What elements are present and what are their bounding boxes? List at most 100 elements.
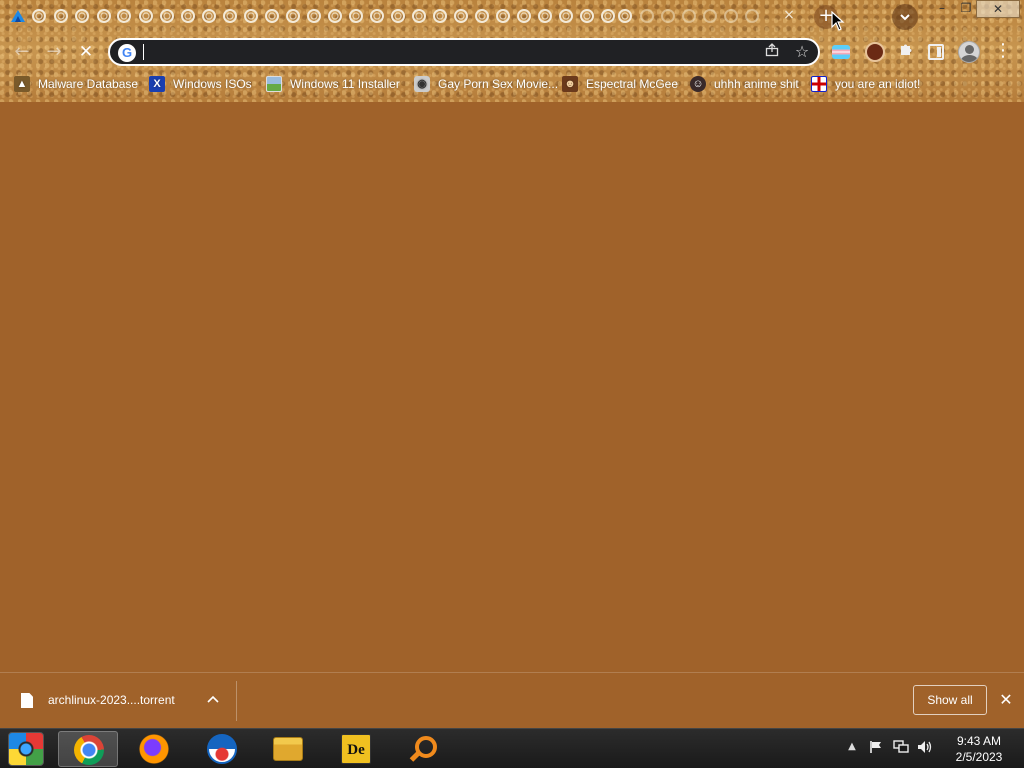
tab-favicon-spiral-icon[interactable]: [223, 9, 237, 23]
bookmark-gay-porn-sex-movie[interactable]: ◉ Gay Porn Sex Movie...: [414, 74, 558, 94]
side-panel-icon[interactable]: [928, 44, 944, 60]
file-icon: [21, 693, 33, 708]
extensions-puzzle-icon[interactable]: [896, 42, 916, 62]
forward-button[interactable]: →: [42, 40, 66, 64]
disc-icon: ◉: [414, 76, 430, 92]
mountain-icon: ▲: [14, 76, 30, 92]
chrome-icon: [74, 735, 104, 765]
tab-favicon-spiral-icon[interactable]: [244, 9, 258, 23]
bookmark-star-icon[interactable]: ☆: [792, 42, 812, 61]
volume-icon[interactable]: [917, 740, 933, 756]
bookmark-label: uhhh anime shit: [714, 77, 799, 91]
bookmarks-bar: ▲ Malware Database X Windows ISOs Window…: [0, 72, 1024, 96]
tab-favicon-loading-icon[interactable]: [640, 9, 654, 23]
bookmark-label: Windows ISOs: [173, 77, 252, 91]
tab-favicon-loading-icon[interactable]: [724, 9, 738, 23]
tab-favicon-spiral-icon[interactable]: [433, 9, 447, 23]
tab-favicon-google-icon[interactable]: [32, 9, 46, 23]
tab-favicon-spiral-icon[interactable]: [54, 9, 68, 23]
tab-favicon-loading-icon[interactable]: [682, 9, 696, 23]
tab-favicon-spiral-icon[interactable]: [601, 9, 615, 23]
tab-favicon-loading-icon[interactable]: [703, 9, 717, 23]
tab-favicon-spiral-icon[interactable]: [307, 9, 321, 23]
bookmark-uhhh-anime-shit[interactable]: ☺ uhhh anime shit: [690, 74, 799, 94]
bookmark-you-are-an-idiot[interactable]: you are an idiot!: [811, 74, 920, 94]
taskbar-file-explorer-button[interactable]: [258, 731, 318, 767]
share-icon[interactable]: [762, 43, 782, 61]
de-app-icon: De: [341, 734, 371, 764]
chrome-menu-button[interactable]: ⋮: [994, 40, 1012, 62]
close-download-shelf-button[interactable]: ✕: [998, 690, 1014, 710]
system-clock[interactable]: 9:43 AM 2/5/2023: [944, 733, 1014, 765]
tab-favicon-spiral-icon[interactable]: [97, 9, 111, 23]
bookmark-windows-11-installer[interactable]: Windows 11 Installer: [266, 74, 400, 94]
tab-favicon-spiral-icon[interactable]: [286, 9, 300, 23]
browser-chrome: × + – ❐ ✕ ← → ✕ G ☆ ⋮ ▲ Malware Database…: [0, 0, 1024, 102]
anime-icon: ☺: [690, 76, 706, 92]
tab-favicon-spiral-icon[interactable]: [202, 9, 216, 23]
tab-favicon-spiral-icon[interactable]: [618, 9, 632, 23]
taskbar: De ▲ 9:43 AM 2/5/2023: [0, 728, 1024, 768]
tab-search-button[interactable]: [892, 4, 918, 30]
clock-time: 9:43 AM: [956, 734, 1002, 748]
download-item-name[interactable]: archlinux-2023....torrent: [48, 693, 175, 707]
firefox-icon: [139, 734, 169, 764]
tab-favicon-spiral-icon[interactable]: [265, 9, 279, 23]
show-all-downloads-button[interactable]: Show all: [913, 685, 987, 715]
tab-favicon-spiral-icon[interactable]: [349, 9, 363, 23]
tab-favicon-spiral-icon[interactable]: [538, 9, 552, 23]
stop-loading-button[interactable]: ✕: [74, 40, 98, 64]
tab-favicon-spiral-icon[interactable]: [181, 9, 195, 23]
divider: [236, 681, 237, 721]
tab-favicon-mountain-icon[interactable]: [10, 8, 26, 24]
page-content[interactable]: [0, 102, 1024, 672]
bookmark-label: Windows 11 Installer: [290, 77, 400, 91]
download-options-chevron-icon[interactable]: [204, 689, 222, 706]
magnifier-icon: [407, 734, 437, 764]
x-icon: X: [149, 76, 165, 92]
tab-favicon-loading-icon[interactable]: [745, 9, 759, 23]
tab-favicon-spiral-icon[interactable]: [370, 9, 384, 23]
tab-favicon-spiral-icon[interactable]: [454, 9, 468, 23]
bookmark-label: you are an idiot!: [835, 77, 921, 91]
tab-favicon-spiral-icon[interactable]: [117, 9, 131, 23]
network-icon[interactable]: [893, 740, 909, 756]
tab-favicon-spiral-icon[interactable]: [391, 9, 405, 23]
taskbar-search-app-button[interactable]: [392, 731, 452, 767]
taskbar-chrome-button[interactable]: [58, 731, 118, 767]
tab-favicon-spiral-icon[interactable]: [328, 9, 342, 23]
tab-favicon-spiral-icon[interactable]: [160, 9, 174, 23]
tab-close-icon[interactable]: ×: [781, 7, 797, 23]
extension-avatar-icon[interactable]: [865, 42, 885, 62]
address-bar[interactable]: G ☆: [108, 38, 820, 66]
window-close-button[interactable]: ✕: [976, 0, 1020, 18]
tab-favicon-spiral-icon[interactable]: [75, 9, 89, 23]
start-button[interactable]: [8, 732, 44, 766]
tab-favicon-spiral-icon[interactable]: [139, 9, 153, 23]
show-hidden-icons-chevron-icon[interactable]: ▲: [846, 741, 858, 752]
tab-favicon-spiral-icon[interactable]: [559, 9, 573, 23]
bookmark-malware-database[interactable]: ▲ Malware Database: [14, 74, 138, 94]
tab-favicon-spiral-icon[interactable]: [496, 9, 510, 23]
back-button[interactable]: ←: [10, 40, 34, 64]
tab-favicon-spiral-icon[interactable]: [475, 9, 489, 23]
action-center-flag-icon[interactable]: [868, 740, 884, 756]
bookmark-windows-isos[interactable]: X Windows ISOs: [149, 74, 252, 94]
tab-favicon-loading-icon[interactable]: [661, 9, 675, 23]
address-input[interactable]: [142, 42, 742, 62]
taskbar-obama-logo-button[interactable]: [192, 731, 252, 767]
bookmark-label: Malware Database: [38, 77, 139, 91]
taskbar-de-app-button[interactable]: De: [326, 731, 386, 767]
taskbar-firefox-button[interactable]: [124, 731, 184, 767]
tab-favicon-spiral-icon[interactable]: [412, 9, 426, 23]
tab-favicon-spiral-icon[interactable]: [580, 9, 594, 23]
flag-icon: [811, 76, 827, 92]
tab-favicon-spiral-icon[interactable]: [517, 9, 531, 23]
browser-toolbar: ← → ✕ G ☆ ⋮: [0, 36, 1024, 68]
download-shelf: archlinux-2023....torrent Show all ✕: [0, 672, 1024, 728]
character-icon: ☻: [562, 76, 578, 92]
image-icon: [266, 76, 282, 92]
profile-avatar-icon[interactable]: [958, 41, 980, 63]
extension-trans-flag-icon[interactable]: [832, 45, 850, 59]
bookmark-espectral-mcgee[interactable]: ☻ Espectral McGee: [562, 74, 678, 94]
